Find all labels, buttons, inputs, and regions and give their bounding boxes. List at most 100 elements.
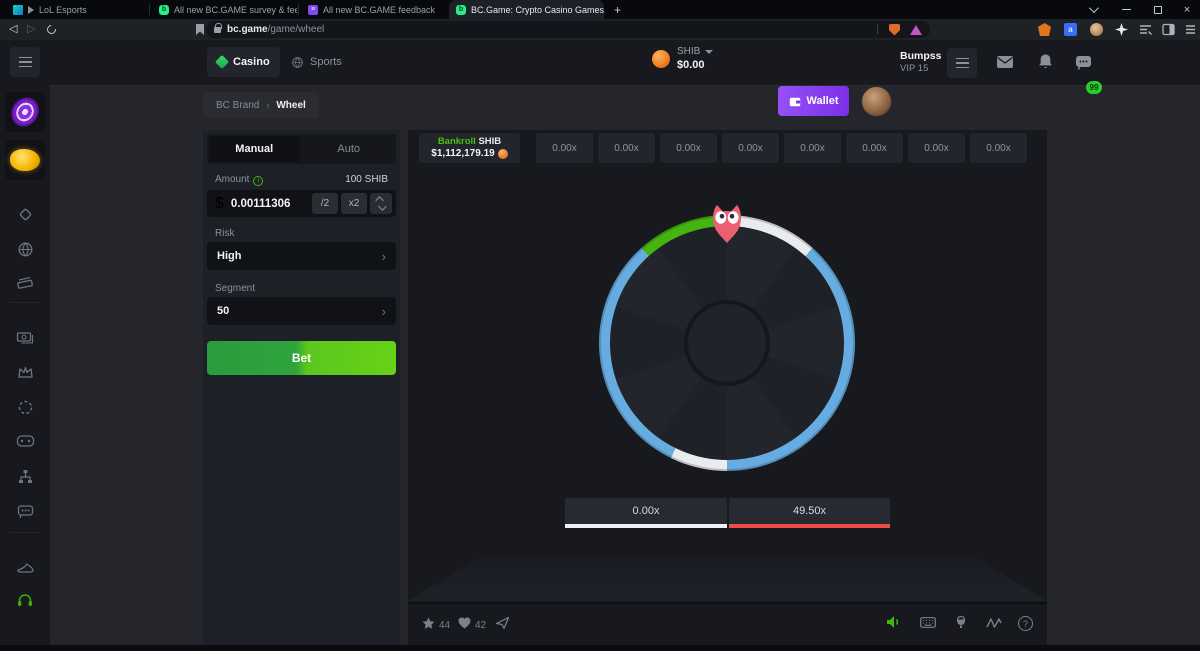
seed-fairness-icon[interactable] bbox=[955, 615, 967, 629]
forward-button[interactable]: ▷ bbox=[27, 22, 35, 35]
tab-title: All new BC.GAME feedback bbox=[323, 5, 435, 15]
bankroll-currency: SHIB bbox=[478, 136, 501, 147]
amount-stepper[interactable] bbox=[370, 193, 392, 214]
browser-tab-feedback[interactable]: ≡ All new BC.GAME feedback bbox=[301, 0, 446, 19]
balance-amount: $0.00 bbox=[677, 58, 713, 72]
url-path: /game/wheel bbox=[268, 24, 325, 35]
amount-input[interactable]: $ 0.00111306 /2 x2 bbox=[207, 190, 396, 217]
translate-extension-icon[interactable]: a bbox=[1064, 23, 1077, 36]
browser-tab-survey[interactable]: b All new BC.GAME survey & feedback r bbox=[152, 0, 297, 19]
star-extension-icon[interactable] bbox=[1115, 23, 1128, 36]
step-down-icon[interactable] bbox=[378, 202, 386, 210]
bookmark-icon[interactable] bbox=[196, 24, 204, 35]
window-restore-button[interactable] bbox=[1145, 0, 1171, 19]
sports-ball-icon bbox=[291, 56, 304, 69]
sidebar-divider bbox=[10, 532, 40, 533]
wallet-button[interactable]: Wallet bbox=[778, 86, 849, 116]
info-icon[interactable]: i bbox=[253, 176, 263, 186]
sidebar-panel-icon[interactable] bbox=[1162, 23, 1175, 36]
segment-select[interactable]: 50 › bbox=[207, 297, 396, 325]
browser-tab-lol[interactable]: LoL Esports bbox=[6, 0, 148, 19]
wallet-label: Wallet bbox=[807, 95, 839, 107]
sidebar-item-games[interactable] bbox=[13, 429, 37, 453]
sidebar-item-bets[interactable] bbox=[13, 271, 37, 295]
live-stats-icon[interactable] bbox=[986, 618, 1002, 628]
tab-manual[interactable]: Manual bbox=[209, 136, 300, 162]
window-minimize-button[interactable] bbox=[1113, 0, 1139, 19]
sports-label: Sports bbox=[310, 56, 342, 68]
breadcrumb-parent[interactable]: BC Brand bbox=[216, 100, 259, 111]
bankroll-value: $1,112,179.19 bbox=[431, 148, 494, 161]
share-plane-icon[interactable] bbox=[496, 617, 509, 629]
user-info[interactable]: Bumpss VIP 15 bbox=[900, 49, 941, 76]
bet-panel: Manual Auto Amounti 100 SHIB $ 0.0011130… bbox=[203, 130, 400, 645]
double-button[interactable]: x2 bbox=[341, 193, 367, 214]
hotkeys-keyboard-icon[interactable] bbox=[920, 617, 936, 628]
reload-button[interactable] bbox=[45, 23, 58, 36]
balance-selector[interactable]: SHIB $0.00 bbox=[652, 45, 713, 72]
site-header: Casino Sports SHIB $0.00 Wallet Bumpss V… bbox=[50, 40, 1200, 86]
shib-coin-icon bbox=[498, 149, 508, 159]
sidebar-collapse-button[interactable] bbox=[10, 47, 40, 77]
sidebar-item-cashier[interactable] bbox=[13, 325, 37, 349]
chevron-down-icon bbox=[705, 50, 713, 54]
help-icon[interactable]: ? bbox=[1018, 616, 1033, 631]
sidebar-item-sports[interactable] bbox=[13, 237, 37, 261]
bottom-strip bbox=[0, 645, 1200, 651]
lock-icon[interactable] bbox=[214, 27, 221, 33]
password-shield-icon[interactable] bbox=[889, 24, 900, 36]
browser-tab-bcgame-active[interactable]: b BC.Game: Crypto Casino Games & × bbox=[449, 0, 604, 19]
sidebar bbox=[0, 40, 50, 651]
sidebar-item-affiliate[interactable] bbox=[13, 464, 37, 488]
sidebar-item-sneakers[interactable] bbox=[13, 555, 37, 579]
history-multiplier: 0.00x bbox=[846, 133, 903, 163]
segment-value: 50 bbox=[217, 305, 229, 317]
sound-toggle-icon[interactable] bbox=[886, 615, 901, 629]
favorite-count: 44 bbox=[439, 620, 450, 631]
metamask-extension-icon[interactable] bbox=[1038, 23, 1051, 36]
quick-menu-button[interactable] bbox=[947, 48, 977, 78]
sidebar-item-casino[interactable] bbox=[13, 202, 37, 226]
chat-icon[interactable] bbox=[1075, 55, 1092, 70]
promo-spin-tile[interactable] bbox=[5, 92, 45, 132]
risk-select[interactable]: High › bbox=[207, 242, 396, 270]
back-button[interactable]: ◁ bbox=[9, 22, 17, 35]
promo-gold-tile[interactable] bbox=[5, 140, 45, 180]
amount-value[interactable]: 0.00111306 bbox=[231, 198, 309, 210]
playlist-icon[interactable] bbox=[1139, 23, 1152, 36]
shib-coin-icon bbox=[652, 50, 670, 68]
favorite-star-icon[interactable] bbox=[422, 617, 435, 630]
breadcrumb-chevron-icon: › bbox=[266, 100, 269, 110]
sidebar-item-forum[interactable] bbox=[13, 499, 37, 523]
warning-triangle-icon[interactable] bbox=[910, 25, 922, 35]
result-multiplier-high: 49.50x bbox=[729, 498, 890, 524]
result-underline-white bbox=[565, 524, 727, 528]
chevron-right-icon: › bbox=[382, 304, 386, 319]
chevron-right-icon: › bbox=[382, 249, 386, 264]
avatar-extension-icon[interactable] bbox=[1090, 23, 1103, 36]
mail-icon[interactable] bbox=[996, 55, 1014, 69]
nav-casino-button[interactable]: Casino bbox=[207, 47, 280, 77]
address-bar[interactable]: bc.game /game/wheel | bbox=[206, 21, 930, 38]
history-multiplier: 0.00x bbox=[598, 133, 655, 163]
browser-menu-icon[interactable] bbox=[1184, 23, 1197, 36]
half-button[interactable]: /2 bbox=[312, 193, 338, 214]
tab-auto[interactable]: Auto bbox=[304, 136, 395, 162]
bankroll-label: Bankroll bbox=[438, 136, 476, 147]
user-avatar[interactable] bbox=[861, 86, 892, 117]
bet-button[interactable]: Bet bbox=[207, 341, 396, 375]
sidebar-item-vip[interactable] bbox=[13, 360, 37, 384]
sidebar-item-bonus[interactable] bbox=[13, 395, 37, 419]
history-multiplier: 0.00x bbox=[784, 133, 841, 163]
owl-pointer-icon bbox=[709, 202, 745, 244]
dartboard-icon bbox=[10, 94, 40, 129]
new-tab-button[interactable]: + bbox=[607, 0, 627, 19]
currency-label: SHIB bbox=[677, 45, 700, 58]
sidebar-item-support[interactable] bbox=[13, 588, 37, 612]
feedback-favicon: ≡ bbox=[308, 5, 318, 15]
bell-icon[interactable] bbox=[1038, 53, 1053, 70]
nav-sports-button[interactable]: Sports bbox=[281, 47, 352, 77]
window-menu-button[interactable] bbox=[1079, 0, 1105, 19]
window-close-button[interactable]: × bbox=[1174, 0, 1200, 19]
like-heart-icon[interactable] bbox=[458, 617, 471, 629]
